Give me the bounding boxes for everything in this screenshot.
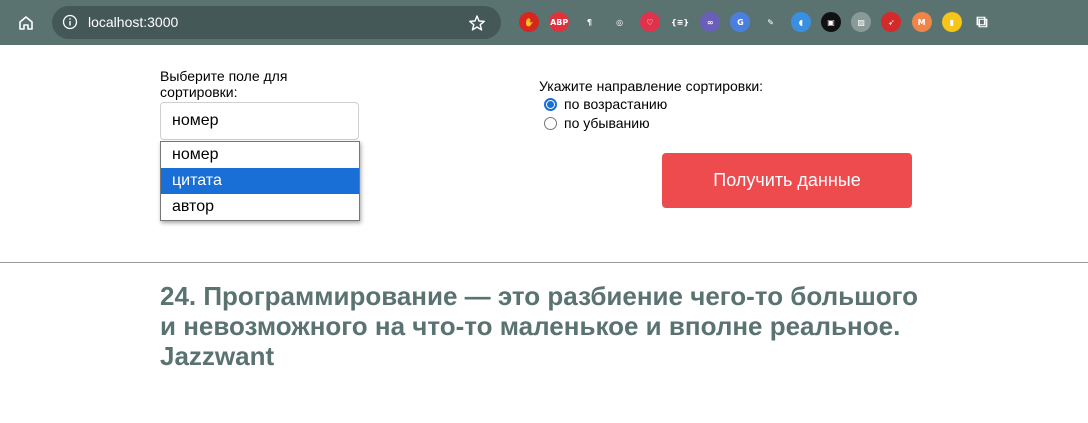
quote-text: 24. Программирование — это разбиение чег… <box>160 281 919 371</box>
sort-field-dropdown: номер цитата автор <box>160 141 360 221</box>
site-info-icon[interactable] <box>60 12 80 32</box>
radio-ascending-row[interactable]: по возрастанию <box>544 95 667 113</box>
address-bar[interactable]: localhost:3000 <box>52 6 501 39</box>
option-number[interactable]: номер <box>161 142 359 168</box>
radio-descending[interactable] <box>544 116 557 130</box>
metamask-icon[interactable]: M <box>911 12 932 32</box>
radio-ascending-label: по возрастанию <box>564 96 668 112</box>
sort-field-select[interactable]: номер <box>160 102 359 140</box>
sort-field-label: Выберите поле для сортировки: <box>160 68 288 100</box>
link-icon[interactable]: ∞ <box>700 12 721 32</box>
json-icon[interactable]: {≡} <box>670 12 690 32</box>
browser-toolbar: localhost:3000 ✋ ABP ¶ ◎ ♡ {≡} ∞ G ✎ ◖ ▣ ▨ ➶ M ▮ ⧉ <box>0 0 1088 45</box>
ublock-icon[interactable]: ✋ <box>519 12 539 32</box>
globe-icon[interactable]: ◎ <box>609 12 630 32</box>
radio-ascending[interactable] <box>544 97 557 111</box>
fetch-data-button[interactable]: Получить данные <box>662 153 912 208</box>
bookmark-star-icon[interactable] <box>466 12 488 34</box>
bulb-icon[interactable]: ▮ <box>941 12 962 32</box>
eyedropper-icon[interactable]: ✎ <box>760 12 781 32</box>
square-icon[interactable]: ▣ <box>821 12 841 32</box>
option-author[interactable]: автор <box>161 194 359 220</box>
sort-direction-label: Укажите направление сортировки: <box>539 78 764 94</box>
translate-icon[interactable]: G <box>730 12 751 32</box>
rocket-icon[interactable]: ➶ <box>881 12 902 32</box>
extensions-puzzle-icon[interactable]: ⧉ <box>972 12 992 32</box>
pocket-icon[interactable]: ♡ <box>639 12 660 32</box>
stripes-icon[interactable]: ▨ <box>851 12 872 32</box>
url-text: localhost:3000 <box>88 14 179 30</box>
radio-descending-row[interactable]: по убыванию <box>544 114 650 132</box>
radio-descending-label: по убыванию <box>564 115 650 131</box>
option-quote[interactable]: цитата <box>161 168 359 194</box>
divider <box>0 262 1088 263</box>
audio-icon[interactable]: ◖ <box>790 12 811 32</box>
paragraph-icon[interactable]: ¶ <box>579 12 600 32</box>
abp-icon[interactable]: ABP <box>549 12 570 32</box>
home-icon[interactable] <box>12 9 40 37</box>
